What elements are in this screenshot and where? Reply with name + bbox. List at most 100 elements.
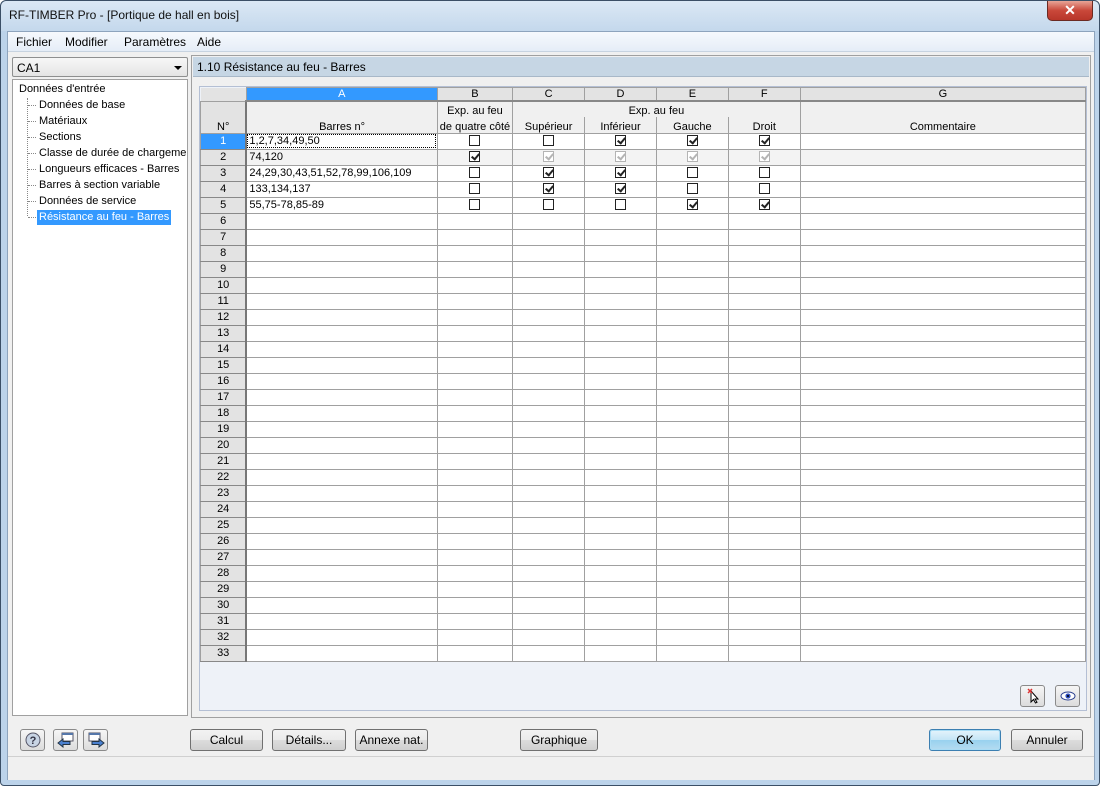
- comment-cell[interactable]: [799, 516, 1087, 534]
- comment-cell[interactable]: [799, 340, 1087, 358]
- comment-cell[interactable]: [799, 356, 1087, 374]
- barres-cell[interactable]: [245, 612, 438, 630]
- checkbox-droit[interactable]: [758, 135, 770, 147]
- checkbox-cell-droit[interactable]: [727, 276, 801, 294]
- checkbox-cell-droit[interactable]: [727, 420, 801, 438]
- checkbox-cell-droit[interactable]: [727, 404, 801, 422]
- checkbox-cell-droit[interactable]: [727, 612, 801, 630]
- checkbox-cell-gauche[interactable]: [655, 308, 729, 326]
- checkbox-inferieur[interactable]: [615, 183, 627, 195]
- checkbox-droit[interactable]: [758, 167, 770, 179]
- tree-item-tapered-members[interactable]: Barres à section variable: [37, 178, 162, 193]
- checkbox-cell-four-sides[interactable]: [436, 452, 514, 470]
- checkbox-cell-droit[interactable]: [727, 580, 801, 598]
- checkbox-cell-gauche[interactable]: [655, 596, 729, 614]
- checkbox-cell-inferieur[interactable]: [584, 452, 657, 470]
- comment-cell[interactable]: [799, 308, 1087, 326]
- row-number[interactable]: 12: [200, 308, 248, 326]
- tree-item-base-data[interactable]: Données de base: [37, 98, 127, 113]
- checkbox-cell-gauche[interactable]: [655, 340, 729, 358]
- comment-cell[interactable]: [799, 500, 1087, 518]
- checkbox-cell-gauche[interactable]: [655, 580, 729, 598]
- checkbox-cell-superieur[interactable]: [512, 516, 586, 534]
- barres-cell[interactable]: [245, 596, 438, 614]
- comment-cell[interactable]: [799, 404, 1087, 422]
- row-number[interactable]: 9: [200, 260, 248, 278]
- checkbox-cell-four-sides[interactable]: [436, 260, 514, 278]
- tree-root-input-data[interactable]: Données d'entrée: [19, 83, 106, 95]
- menu-modifier[interactable]: Modifier: [65, 35, 108, 49]
- checkbox-cell-gauche[interactable]: [655, 644, 729, 662]
- checkbox-cell-gauche[interactable]: [655, 212, 729, 230]
- checkbox-gauche[interactable]: [686, 199, 698, 211]
- calcul-button[interactable]: Calcul: [190, 729, 263, 751]
- comment-cell[interactable]: [799, 612, 1087, 630]
- comment-cell[interactable]: [799, 228, 1087, 246]
- comment-cell[interactable]: [799, 388, 1087, 406]
- checkbox-cell-four-sides[interactable]: [436, 516, 514, 534]
- checkbox-cell-inferieur[interactable]: [584, 420, 657, 438]
- comment-cell[interactable]: [799, 452, 1087, 470]
- checkbox-cell-inferieur[interactable]: [584, 564, 657, 582]
- checkbox-cell-four-sides[interactable]: [436, 436, 514, 454]
- checkbox-gauche[interactable]: [686, 183, 698, 195]
- barres-cell[interactable]: [245, 580, 438, 598]
- previous-window-button[interactable]: [53, 729, 78, 751]
- checkbox-cell-four-sides[interactable]: [436, 308, 514, 326]
- column-letter-a[interactable]: A: [245, 87, 438, 102]
- tree-item-materials[interactable]: Matériaux: [37, 114, 89, 129]
- checkbox-cell-gauche[interactable]: [655, 324, 729, 342]
- checkbox-cell-gauche[interactable]: [655, 468, 729, 486]
- checkbox-cell-four-sides[interactable]: [436, 532, 514, 550]
- checkbox-cell-inferieur[interactable]: [584, 468, 657, 486]
- checkbox-cell-gauche[interactable]: [655, 612, 729, 630]
- checkbox-cell-four-sides[interactable]: [436, 356, 514, 374]
- checkbox-cell-four-sides[interactable]: [436, 580, 514, 598]
- checkbox-cell-gauche[interactable]: [655, 548, 729, 566]
- checkbox-cell-four-sides[interactable]: [436, 388, 514, 406]
- tree-item-fire-resistance[interactable]: Résistance au feu - Barres: [37, 210, 172, 225]
- checkbox-cell-four-sides[interactable]: [436, 292, 514, 310]
- checkbox-cell-four-sides[interactable]: [436, 372, 514, 390]
- row-number[interactable]: 24: [200, 500, 248, 518]
- checkbox-cell-droit[interactable]: [727, 532, 801, 550]
- barres-cell[interactable]: [245, 420, 438, 438]
- checkbox-cell-gauche[interactable]: [655, 436, 729, 454]
- annexe-nationale-button[interactable]: Annexe nat. ...: [355, 729, 428, 767]
- checkbox-cell-droit[interactable]: [727, 644, 801, 662]
- checkbox-superieur[interactable]: [543, 183, 555, 195]
- comment-cell[interactable]: [799, 532, 1087, 550]
- checkbox-four-sides[interactable]: [469, 151, 481, 163]
- barres-cell[interactable]: [245, 564, 438, 582]
- row-number[interactable]: 6: [200, 212, 248, 230]
- checkbox-cell-four-sides[interactable]: [436, 596, 514, 614]
- checkbox-cell-four-sides[interactable]: [436, 340, 514, 358]
- load-case-dropdown[interactable]: CA1: [12, 57, 188, 77]
- row-number[interactable]: 14: [200, 340, 248, 358]
- checkbox-four-sides[interactable]: [469, 167, 481, 179]
- checkbox-cell-superieur[interactable]: [512, 308, 586, 326]
- checkbox-cell-droit[interactable]: [727, 308, 801, 326]
- checkbox-cell-four-sides[interactable]: [436, 212, 514, 230]
- comment-cell[interactable]: [799, 468, 1087, 486]
- checkbox-cell-inferieur[interactable]: [584, 548, 657, 566]
- checkbox-cell-gauche[interactable]: [655, 532, 729, 550]
- barres-cell[interactable]: [245, 532, 438, 550]
- row-number[interactable]: 15: [200, 356, 248, 374]
- checkbox-cell-inferieur[interactable]: [584, 628, 657, 646]
- comment-cell[interactable]: [799, 244, 1087, 262]
- checkbox-cell-droit[interactable]: [727, 244, 801, 262]
- checkbox-cell-gauche[interactable]: [655, 356, 729, 374]
- checkbox-cell-superieur[interactable]: [512, 644, 586, 662]
- row-number[interactable]: 8: [200, 244, 248, 262]
- row-number[interactable]: 23: [200, 484, 248, 502]
- checkbox-cell-inferieur[interactable]: [584, 276, 657, 294]
- column-letter-b[interactable]: B: [436, 87, 514, 102]
- checkbox-cell-four-sides[interactable]: [436, 324, 514, 342]
- checkbox-superieur[interactable]: [543, 167, 555, 179]
- barres-cell[interactable]: [245, 372, 438, 390]
- checkbox-cell-gauche[interactable]: [655, 260, 729, 278]
- checkbox-cell-inferieur[interactable]: [584, 228, 657, 246]
- checkbox-inferieur[interactable]: [615, 135, 627, 147]
- checkbox-cell-inferieur[interactable]: [584, 356, 657, 374]
